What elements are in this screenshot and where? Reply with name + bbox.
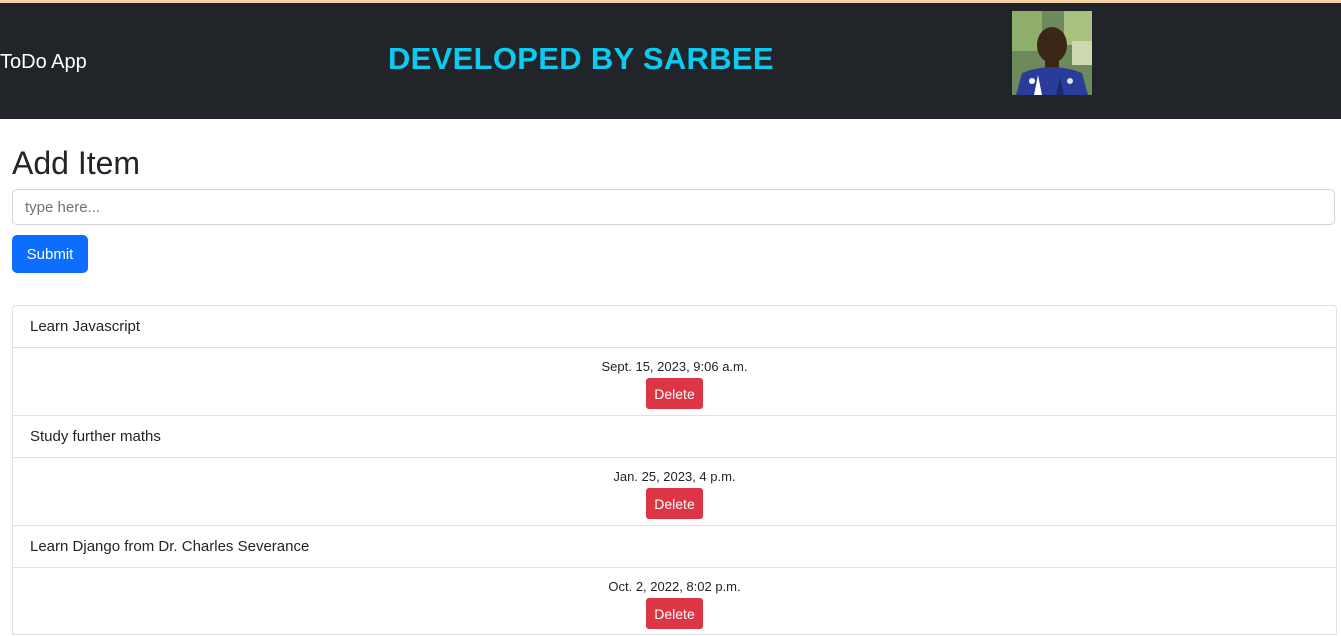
todo-item-title-text: Learn Javascript (30, 318, 141, 335)
todo-list: Learn Javascript Sept. 15, 2023, 9:06 a.… (12, 305, 1337, 635)
avatar-photo (1012, 11, 1092, 95)
todo-item-meta: Oct. 2, 2022, 8:02 p.m. Delete (12, 567, 1337, 635)
add-item-heading: Add Item (12, 145, 141, 181)
todo-item-title: Learn Django from Dr. Charles Severance (12, 525, 1337, 567)
developer-title: DEVELOPED BY SARBEE (388, 41, 774, 76)
todo-item-title: Learn Javascript (12, 305, 1337, 347)
todo-item-date: Oct. 2, 2022, 8:02 p.m. (608, 579, 741, 594)
submit-button[interactable]: Submit (12, 235, 88, 273)
delete-button[interactable]: Delete (646, 378, 703, 409)
todo-item-meta: Sept. 15, 2023, 9:06 a.m. Delete (12, 347, 1337, 415)
todo-item-date: Sept. 15, 2023, 9:06 a.m. (601, 359, 748, 374)
delete-button[interactable]: Delete (646, 598, 703, 629)
todo-item-title: Study further maths (12, 415, 1337, 457)
brand-link[interactable]: ToDo App (0, 50, 87, 74)
navbar: ToDo App DEVELOPED BY SARBEE (0, 3, 1341, 119)
new-item-input[interactable] (12, 189, 1335, 225)
todo-item-title-text: Study further maths (30, 428, 161, 445)
developer-avatar (1012, 11, 1092, 95)
todo-item-date: Jan. 25, 2023, 4 p.m. (613, 469, 736, 484)
todo-item-meta: Jan. 25, 2023, 4 p.m. Delete (12, 457, 1337, 525)
delete-button[interactable]: Delete (646, 488, 703, 519)
todo-item-title-text: Learn Django from Dr. Charles Severance (30, 538, 310, 555)
